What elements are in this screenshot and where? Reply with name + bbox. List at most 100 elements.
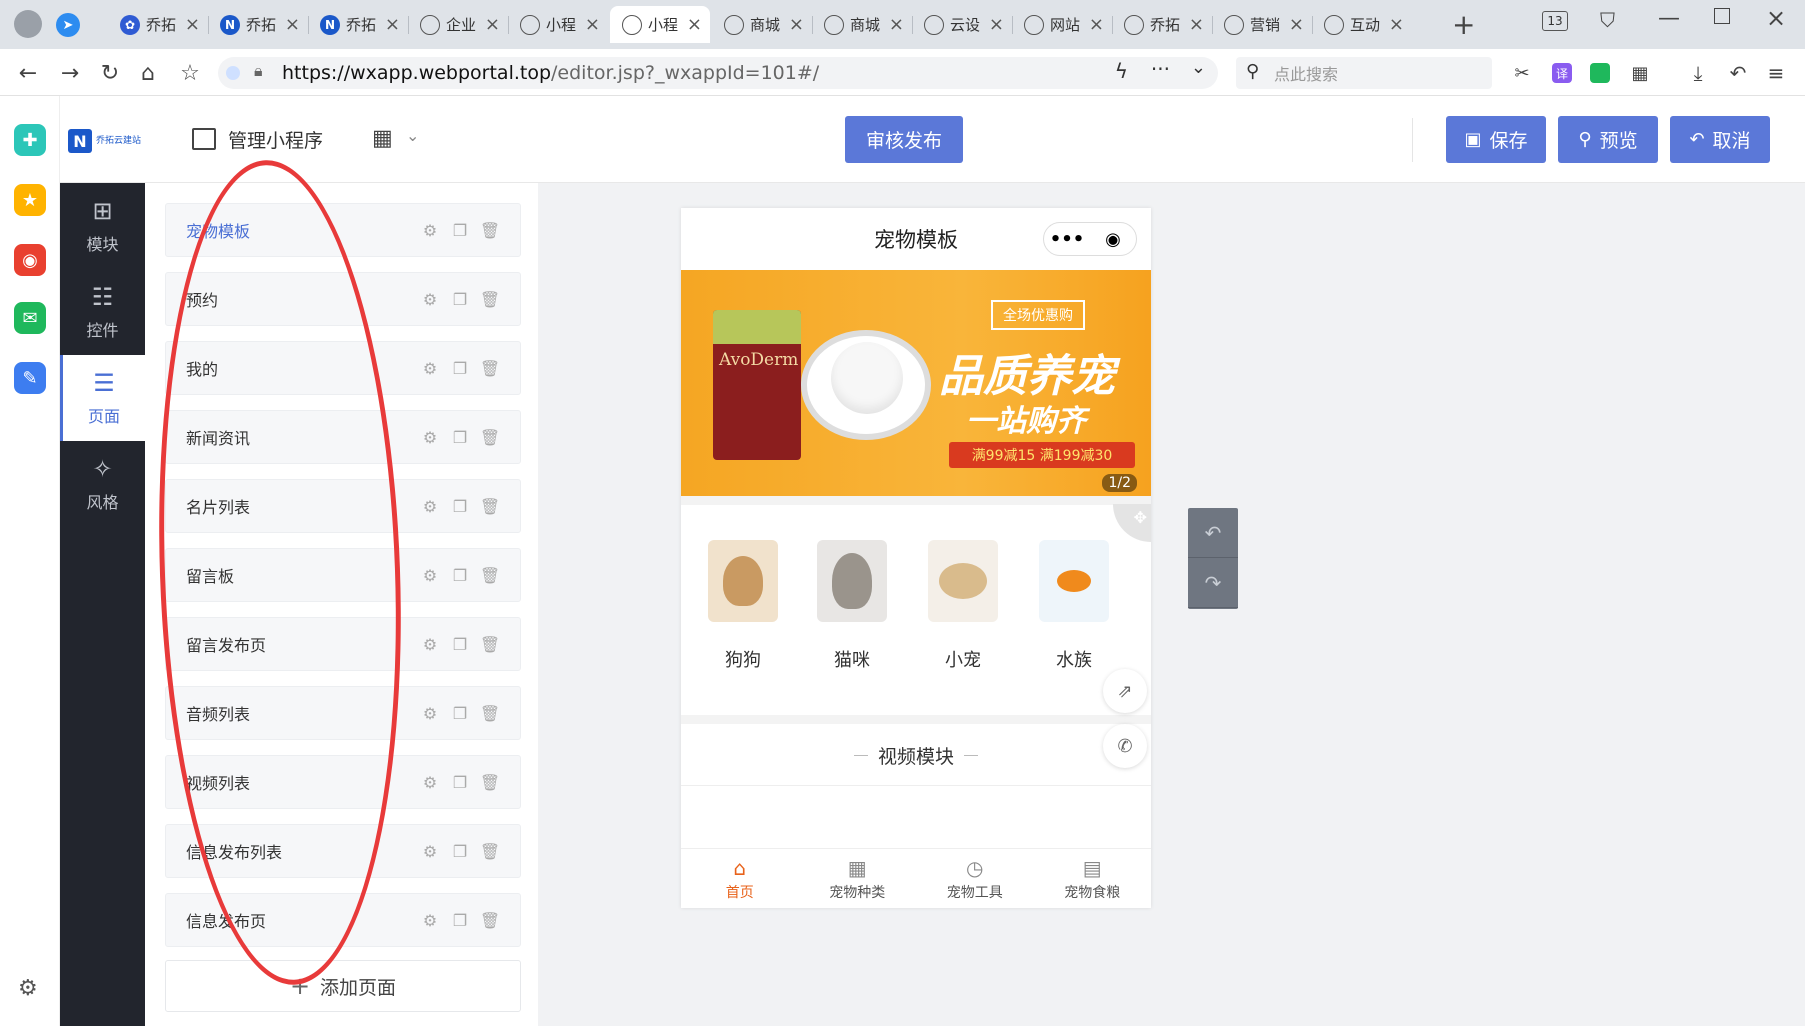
preview-button[interactable]: ⚲ 预览 (1558, 116, 1658, 163)
browser-tab[interactable]: 企业 × (408, 6, 509, 43)
gear-icon[interactable]: ⚙ (420, 772, 440, 792)
close-window-button[interactable]: × (1766, 4, 1786, 32)
tab-count-badge[interactable]: 13 (1542, 11, 1568, 31)
qrcode-icon[interactable]: ▦ (372, 126, 393, 151)
manage-miniprogram-link[interactable]: 管理小程序 (192, 122, 323, 156)
publish-button[interactable]: 审核发布 (845, 116, 963, 163)
rail-item-controls[interactable]: ☷ 控件 (60, 269, 145, 355)
copy-icon[interactable]: ❐ (450, 496, 470, 516)
trash-icon[interactable]: 🗑︎ (480, 841, 500, 861)
gear-icon[interactable]: ⚙ (420, 841, 440, 861)
close-icon[interactable]: × (1189, 14, 1204, 35)
category-item[interactable]: 小宠 (913, 540, 1013, 672)
miniprogram-capsule[interactable]: ••• ◉ (1043, 222, 1137, 256)
page-row[interactable]: 预约 ⚙ ❐ 🗑︎ (165, 272, 521, 326)
close-icon[interactable]: × (1089, 14, 1104, 35)
bookmark-star-icon[interactable]: ☆ (174, 57, 206, 89)
more-icon[interactable]: ••• (1044, 229, 1090, 250)
page-row[interactable]: 留言板 ⚙ ❐ 🗑︎ (165, 548, 521, 602)
trash-icon[interactable]: 🗑︎ (480, 634, 500, 654)
close-icon[interactable]: × (185, 14, 200, 35)
browser-tab[interactable]: 商城 × (812, 6, 913, 43)
tabbar-item-types[interactable]: ▦ 宠物种类 (799, 849, 917, 908)
copy-icon[interactable]: ❐ (450, 703, 470, 723)
lightning-icon[interactable]: ϟ (1115, 59, 1128, 83)
category-item[interactable]: 狗狗 (693, 540, 793, 672)
close-icon[interactable]: × (485, 14, 500, 35)
close-icon[interactable]: × (285, 14, 300, 35)
page-row[interactable]: 名片列表 ⚙ ❐ 🗑︎ (165, 479, 521, 533)
page-row[interactable]: 信息发布页 ⚙ ❐ 🗑︎ (165, 893, 521, 947)
trash-icon[interactable]: 🗑︎ (480, 703, 500, 723)
close-icon[interactable]: × (1389, 14, 1404, 35)
gear-icon[interactable]: ⚙ (420, 910, 440, 930)
tabbar-item-food[interactable]: ▤ 宠物食粮 (1034, 849, 1152, 908)
back-icon[interactable]: ← (12, 57, 44, 89)
category-item[interactable]: 水族 (1024, 540, 1124, 672)
copy-icon[interactable]: ❐ (450, 565, 470, 585)
rail-item-modules[interactable]: ⊞ 模块 (60, 183, 145, 269)
copy-icon[interactable]: ❐ (450, 910, 470, 930)
browser-tab[interactable]: 云设 × (912, 6, 1013, 43)
browser-tab[interactable]: N 乔拓 × (308, 6, 409, 43)
browser-tab[interactable]: 商城 × (712, 6, 813, 43)
copy-icon[interactable]: ❐ (450, 289, 470, 309)
copy-icon[interactable]: ❐ (450, 358, 470, 378)
search-input[interactable]: ⚲ 点此搜索 (1236, 57, 1492, 89)
tabbar-item-home[interactable]: ⌂ 首页 (681, 849, 799, 908)
mail-icon[interactable]: ✉ (14, 302, 46, 334)
browser-tab[interactable]: 互动 × (1312, 6, 1412, 43)
page-row[interactable]: 新闻资讯 ⚙ ❐ 🗑︎ (165, 410, 521, 464)
category-item[interactable]: 猫咪 (802, 540, 902, 672)
add-page-button[interactable]: + 添加页面 (165, 960, 521, 1012)
page-row[interactable]: 音频列表 ⚙ ❐ 🗑︎ (165, 686, 521, 740)
share-button[interactable]: ⇗ (1103, 669, 1147, 713)
chevron-down-icon[interactable]: ⌄ (406, 126, 419, 145)
browser-tab[interactable]: 网站 × (1012, 6, 1113, 43)
gear-icon[interactable]: ⚙ (420, 496, 440, 516)
undo-icon[interactable]: ↶ (1722, 57, 1754, 89)
download-icon[interactable]: ⤓ (1682, 57, 1714, 89)
gear-icon[interactable]: ⚙ (420, 565, 440, 585)
plugin-icon[interactable]: ✚ (14, 124, 46, 156)
tabbar-item-tools[interactable]: ◷ 宠物工具 (916, 849, 1034, 908)
minimize-button[interactable]: — (1658, 6, 1680, 31)
trash-icon[interactable]: 🗑︎ (480, 910, 500, 930)
reload-icon[interactable]: ↻ (94, 57, 126, 89)
undo-button[interactable]: ↶ (1188, 508, 1238, 558)
trash-icon[interactable]: 🗑︎ (480, 427, 500, 447)
home-icon[interactable]: ⌂ (132, 57, 164, 89)
shirt-icon[interactable]: ⛉ (1600, 8, 1615, 32)
gear-icon[interactable]: ⚙ (420, 634, 440, 654)
copy-icon[interactable]: ❐ (450, 634, 470, 654)
apps-icon[interactable]: ▦ (1624, 57, 1656, 89)
trash-icon[interactable]: 🗑︎ (480, 772, 500, 792)
page-row[interactable]: 视频列表 ⚙ ❐ 🗑︎ (165, 755, 521, 809)
close-icon[interactable]: × (989, 14, 1004, 35)
note-icon[interactable]: ✎ (14, 362, 46, 394)
page-row[interactable]: 留言发布页 ⚙ ❐ 🗑︎ (165, 617, 521, 671)
reader-icon[interactable] (1584, 57, 1616, 89)
copy-icon[interactable]: ❐ (450, 772, 470, 792)
gear-icon[interactable]: ⚙ (420, 703, 440, 723)
trash-icon[interactable]: 🗑︎ (480, 220, 500, 240)
close-icon[interactable]: × (789, 14, 804, 35)
close-icon[interactable]: × (889, 14, 904, 35)
maximize-button[interactable] (1714, 8, 1730, 24)
close-circle-icon[interactable]: ◉ (1090, 229, 1136, 250)
page-row[interactable]: 信息发布列表 ⚙ ❐ 🗑︎ (165, 824, 521, 878)
gear-icon[interactable]: ⚙ (420, 358, 440, 378)
close-icon[interactable]: × (687, 14, 702, 35)
save-button[interactable]: ▣ 保存 (1446, 116, 1546, 163)
favorites-star-icon[interactable]: ★ (14, 184, 46, 216)
send-icon[interactable]: ➤ (56, 13, 80, 37)
close-icon[interactable]: × (385, 14, 400, 35)
new-tab-button[interactable]: + (1452, 8, 1475, 41)
forward-icon[interactable]: → (54, 57, 86, 89)
trash-icon[interactable]: 🗑︎ (480, 289, 500, 309)
copy-icon[interactable]: ❐ (450, 220, 470, 240)
copy-icon[interactable]: ❐ (450, 427, 470, 447)
call-button[interactable]: ✆ (1103, 724, 1147, 768)
rail-item-pages[interactable]: ☰ 页面 (60, 355, 145, 441)
page-row[interactable]: 我的 ⚙ ❐ 🗑︎ (165, 341, 521, 395)
